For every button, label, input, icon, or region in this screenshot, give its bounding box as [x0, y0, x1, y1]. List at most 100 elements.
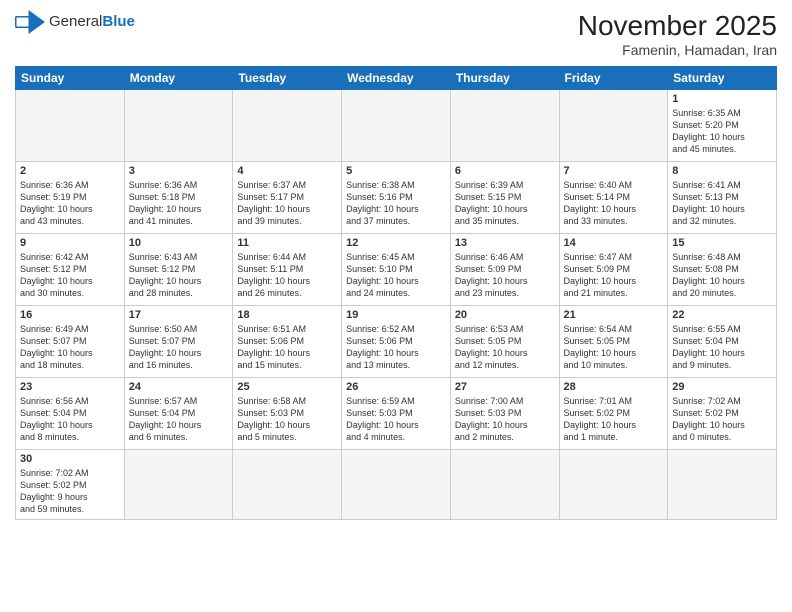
title-block: November 2025 Famenin, Hamadan, Iran: [578, 10, 777, 58]
week-row-1: 2Sunrise: 6:36 AM Sunset: 5:19 PM Daylig…: [16, 162, 777, 234]
calendar-cell: 14Sunrise: 6:47 AM Sunset: 5:09 PM Dayli…: [559, 234, 668, 306]
day-number: 13: [455, 237, 555, 249]
calendar-cell: [450, 450, 559, 520]
day-info: Sunrise: 6:48 AM Sunset: 5:08 PM Dayligh…: [672, 251, 772, 300]
calendar-cell: [233, 90, 342, 162]
weekday-friday: Friday: [559, 67, 668, 90]
day-number: 2: [20, 165, 120, 177]
calendar-cell: [124, 450, 233, 520]
calendar-cell: 22Sunrise: 6:55 AM Sunset: 5:04 PM Dayli…: [668, 306, 777, 378]
calendar-cell: 10 Sunrise: 6:43 AM Sunset: 5:12 PM Dayli…: [124, 234, 233, 306]
day-number: 1: [672, 93, 772, 105]
week-row-2: 9 Sunrise: 6:42 AM Sunset: 5:12 PM Daylig…: [16, 234, 777, 306]
month-title: November 2025: [578, 10, 777, 42]
calendar-cell: 7Sunrise: 6:40 AM Sunset: 5:14 PM Daylig…: [559, 162, 668, 234]
weekday-wednesday: Wednesday: [342, 67, 451, 90]
day-info: Sunrise: 6:58 AM Sunset: 5:03 PM Dayligh…: [237, 395, 337, 444]
weekday-sunday: Sunday: [16, 67, 125, 90]
day-number: 10: [129, 237, 229, 249]
calendar-cell: 28 Sunrise: 7:01 AM Sunset: 5:02 PM Dayli…: [559, 378, 668, 450]
day-number: 15: [672, 237, 772, 249]
day-info: Sunrise: 6:59 AM Sunset: 5:03 PM Dayligh…: [346, 395, 446, 444]
day-number: 17: [129, 309, 229, 321]
day-number: 8: [672, 165, 772, 177]
day-number: 25: [237, 381, 337, 393]
day-info: Sunrise: 6:47 AM Sunset: 5:09 PM Dayligh…: [564, 251, 664, 300]
calendar-cell: [16, 90, 125, 162]
day-info: Sunrise: 6:43 AM Sunset: 5:12 PM Dayligh…: [129, 251, 229, 300]
day-info: Sunrise: 6:40 AM Sunset: 5:14 PM Dayligh…: [564, 179, 664, 228]
day-info: Sunrise: 6:49 AM Sunset: 5:07 PM Dayligh…: [20, 323, 120, 372]
day-number: 6: [455, 165, 555, 177]
calendar-cell: 9 Sunrise: 6:42 AM Sunset: 5:12 PM Daylig…: [16, 234, 125, 306]
calendar-cell: 11 Sunrise: 6:44 AM Sunset: 5:11 PM Dayli…: [233, 234, 342, 306]
day-info: Sunrise: 6:45 AM Sunset: 5:10 PM Dayligh…: [346, 251, 446, 300]
day-info: Sunrise: 6:36 AM Sunset: 5:18 PM Dayligh…: [129, 179, 229, 228]
calendar-cell: [559, 90, 668, 162]
day-info: Sunrise: 6:53 AM Sunset: 5:05 PM Dayligh…: [455, 323, 555, 372]
location: Famenin, Hamadan, Iran: [578, 42, 777, 58]
week-row-4: 23 Sunrise: 6:56 AM Sunset: 5:04 PM Dayli…: [16, 378, 777, 450]
day-info: Sunrise: 6:57 AM Sunset: 5:04 PM Dayligh…: [129, 395, 229, 444]
calendar-cell: 2Sunrise: 6:36 AM Sunset: 5:19 PM Daylig…: [16, 162, 125, 234]
calendar-cell: [233, 450, 342, 520]
day-info: Sunrise: 7:00 AM Sunset: 5:03 PM Dayligh…: [455, 395, 555, 444]
week-row-5: 30 Sunrise: 7:02 AM Sunset: 5:02 PM Dayli…: [16, 450, 777, 520]
calendar-cell: 18Sunrise: 6:51 AM Sunset: 5:06 PM Dayli…: [233, 306, 342, 378]
day-info: Sunrise: 7:02 AM Sunset: 5:02 PM Dayligh…: [672, 395, 772, 444]
calendar-cell: 1Sunrise: 6:35 AM Sunset: 5:20 PM Daylig…: [668, 90, 777, 162]
day-number: 4: [237, 165, 337, 177]
day-info: Sunrise: 6:54 AM Sunset: 5:05 PM Dayligh…: [564, 323, 664, 372]
calendar-cell: 26Sunrise: 6:59 AM Sunset: 5:03 PM Dayli…: [342, 378, 451, 450]
day-number: 20: [455, 309, 555, 321]
calendar-cell: 13 Sunrise: 6:46 AM Sunset: 5:09 PM Dayli…: [450, 234, 559, 306]
day-number: 9: [20, 237, 120, 249]
day-number: 27: [455, 381, 555, 393]
day-info: Sunrise: 6:44 AM Sunset: 5:11 PM Dayligh…: [237, 251, 337, 300]
day-number: 30: [20, 453, 120, 465]
day-info: Sunrise: 7:01 AM Sunset: 5:02 PM Dayligh…: [564, 395, 664, 444]
day-info: Sunrise: 6:46 AM Sunset: 5:09 PM Dayligh…: [455, 251, 555, 300]
calendar: SundayMondayTuesdayWednesdayThursdayFrid…: [15, 66, 777, 520]
weekday-header-row: SundayMondayTuesdayWednesdayThursdayFrid…: [16, 67, 777, 90]
day-info: Sunrise: 6:56 AM Sunset: 5:04 PM Dayligh…: [20, 395, 120, 444]
day-number: 19: [346, 309, 446, 321]
calendar-cell: 23 Sunrise: 6:56 AM Sunset: 5:04 PM Dayli…: [16, 378, 125, 450]
calendar-cell: 19 Sunrise: 6:52 AM Sunset: 5:06 PM Dayli…: [342, 306, 451, 378]
calendar-cell: 27 Sunrise: 7:00 AM Sunset: 5:03 PM Dayli…: [450, 378, 559, 450]
calendar-cell: [124, 90, 233, 162]
day-number: 28: [564, 381, 664, 393]
calendar-cell: 29Sunrise: 7:02 AM Sunset: 5:02 PM Dayli…: [668, 378, 777, 450]
logo: GeneralBlue: [15, 10, 135, 34]
logo-general: General: [49, 13, 102, 30]
logo-text: GeneralBlue: [49, 14, 135, 31]
calendar-cell: 12Sunrise: 6:45 AM Sunset: 5:10 PM Dayli…: [342, 234, 451, 306]
day-number: 3: [129, 165, 229, 177]
day-number: 18: [237, 309, 337, 321]
calendar-cell: 21 Sunrise: 6:54 AM Sunset: 5:05 PM Dayli…: [559, 306, 668, 378]
calendar-cell: [342, 450, 451, 520]
day-info: Sunrise: 6:42 AM Sunset: 5:12 PM Dayligh…: [20, 251, 120, 300]
calendar-cell: 6 Sunrise: 6:39 AM Sunset: 5:15 PM Daylig…: [450, 162, 559, 234]
weekday-monday: Monday: [124, 67, 233, 90]
day-number: 23: [20, 381, 120, 393]
weekday-saturday: Saturday: [668, 67, 777, 90]
day-number: 11: [237, 237, 337, 249]
logo-icon: [15, 10, 45, 34]
day-info: Sunrise: 6:41 AM Sunset: 5:13 PM Dayligh…: [672, 179, 772, 228]
calendar-cell: 8 Sunrise: 6:41 AM Sunset: 5:13 PM Daylig…: [668, 162, 777, 234]
calendar-cell: 20 Sunrise: 6:53 AM Sunset: 5:05 PM Dayli…: [450, 306, 559, 378]
day-info: Sunrise: 6:38 AM Sunset: 5:16 PM Dayligh…: [346, 179, 446, 228]
day-info: Sunrise: 7:02 AM Sunset: 5:02 PM Dayligh…: [20, 467, 120, 516]
day-info: Sunrise: 6:52 AM Sunset: 5:06 PM Dayligh…: [346, 323, 446, 372]
week-row-0: 1Sunrise: 6:35 AM Sunset: 5:20 PM Daylig…: [16, 90, 777, 162]
weekday-thursday: Thursday: [450, 67, 559, 90]
logo-blue: Blue: [102, 13, 135, 30]
calendar-cell: [668, 450, 777, 520]
calendar-cell: 15 Sunrise: 6:48 AM Sunset: 5:08 PM Dayli…: [668, 234, 777, 306]
day-info: Sunrise: 6:39 AM Sunset: 5:15 PM Dayligh…: [455, 179, 555, 228]
header: GeneralBlue November 2025 Famenin, Hamad…: [15, 10, 777, 58]
day-number: 21: [564, 309, 664, 321]
calendar-cell: 3 Sunrise: 6:36 AM Sunset: 5:18 PM Daylig…: [124, 162, 233, 234]
day-number: 16: [20, 309, 120, 321]
